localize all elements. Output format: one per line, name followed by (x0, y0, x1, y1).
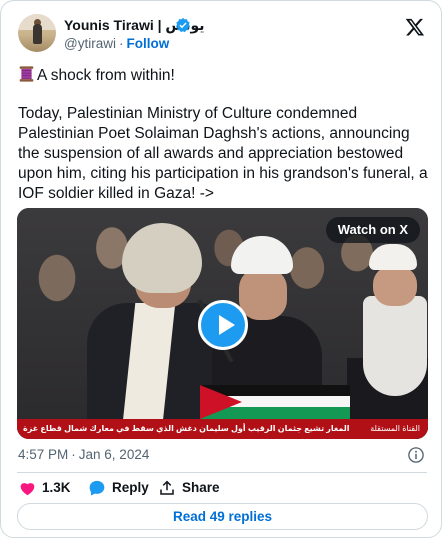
tweet-date: Jan 6, 2024 (78, 447, 150, 462)
reply-label: Reply (112, 480, 149, 495)
timestamp-separator: · (71, 447, 76, 462)
news-ticker: المغار تشيع جثمان الرقيب أول سليمان دغش … (17, 419, 428, 439)
tweet-headline: A shock from within! (18, 65, 428, 86)
share-icon (160, 480, 174, 495)
read-replies-button[interactable]: Read 49 replies (17, 503, 428, 530)
author-handle-row: @ytirawi · Follow (64, 36, 169, 51)
avatar-person (33, 24, 42, 44)
play-button[interactable] (198, 300, 248, 350)
speaker-hair (122, 223, 202, 293)
elder-face (373, 266, 417, 306)
reply-bubble-icon (89, 480, 105, 496)
watch-on-x-button[interactable]: Watch on X (325, 217, 420, 243)
divider (17, 472, 427, 473)
heart-icon (20, 483, 35, 496)
separator-dot: · (118, 36, 124, 51)
spool-of-thread-emoji (19, 66, 34, 82)
tweet-time: 4:57 PM (18, 447, 69, 462)
elder-beard (363, 296, 427, 396)
share-button[interactable]: Share (158, 478, 220, 498)
tweet-timestamp[interactable]: 4:57 PM · Jan 6, 2024 (18, 447, 149, 462)
play-icon (219, 315, 235, 335)
like-button[interactable]: 1.3K (18, 478, 78, 498)
verified-badge-icon (176, 18, 190, 33)
sheikh-face (239, 268, 287, 320)
ticker-headline: المغار تشيع جثمان الرقيب أول سليمان دغش … (23, 424, 350, 433)
tweet-headline-text: A shock from within! (37, 67, 175, 84)
video-player[interactable]: المغار تشيع جثمان الرقيب أول سليمان دغش … (17, 208, 428, 439)
tweet-card: Younis Tirawi | يونس @ytirawi·Follow A s… (0, 0, 442, 538)
like-count: 1.3K (42, 480, 71, 495)
ticker-channel: القناة المستقلة (370, 424, 420, 433)
x-logo-icon[interactable] (405, 17, 425, 37)
elder-hat (369, 244, 417, 270)
reply-button[interactable]: Reply (88, 478, 149, 498)
share-label: Share (182, 480, 220, 495)
author-handle[interactable]: @ytirawi (64, 36, 116, 51)
flag-red-triangle (200, 385, 242, 419)
follow-button[interactable]: Follow (126, 36, 169, 51)
avatar[interactable] (18, 14, 56, 52)
info-icon[interactable] (407, 446, 425, 464)
tweet-body: Today, Palestinian Ministry of Culture c… (18, 105, 428, 202)
